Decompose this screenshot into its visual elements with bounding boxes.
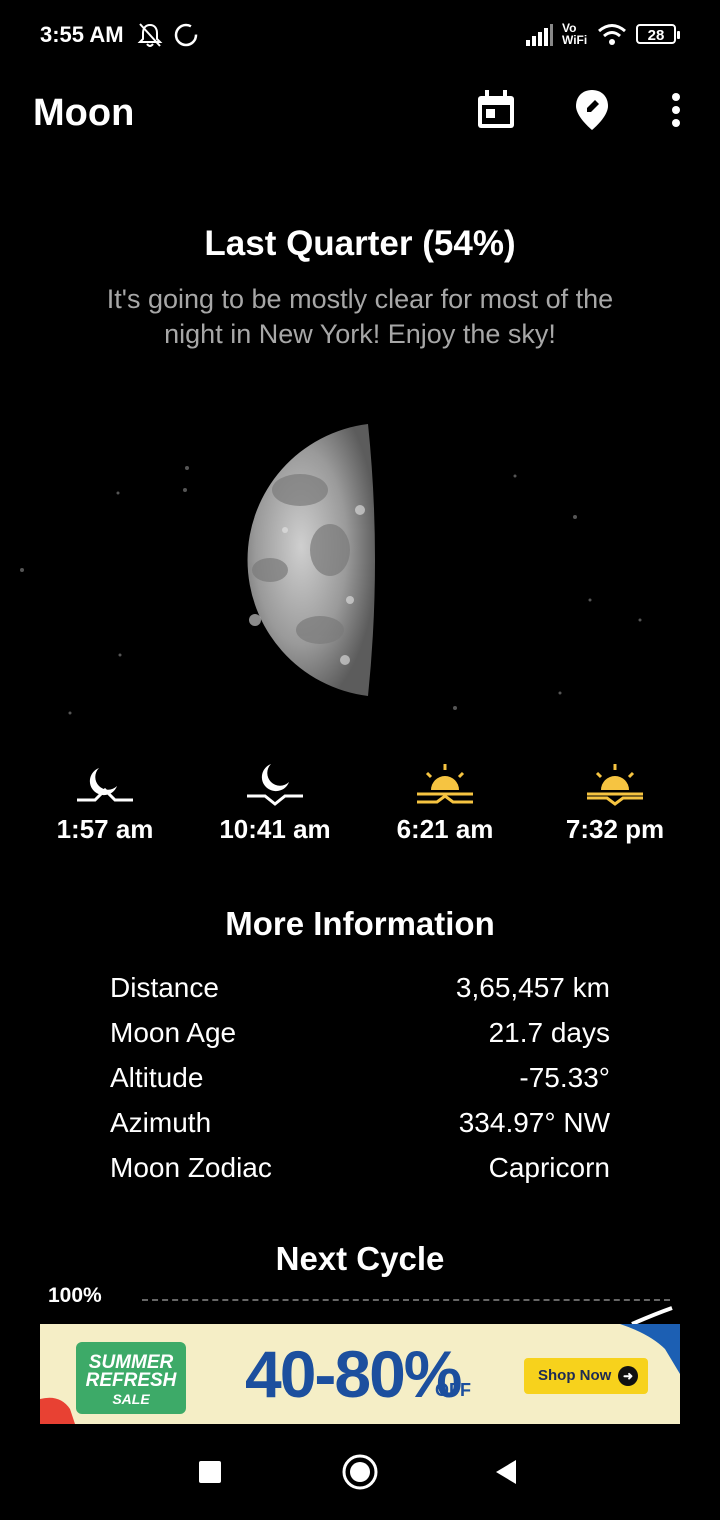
app-title: Moon bbox=[33, 92, 135, 134]
moonrise-value: 1:57 am bbox=[56, 814, 154, 844]
cycle-axis-label: 100% bbox=[48, 1284, 102, 1307]
arrow-right-icon: ➜ bbox=[618, 1366, 638, 1386]
vowifi-label: Vo WiFi bbox=[562, 21, 588, 47]
moonset-value: 10:41 am bbox=[219, 814, 331, 844]
info-row-zodiac: Moon Zodiac Capricorn bbox=[110, 1152, 610, 1197]
sync-icon bbox=[174, 23, 198, 47]
moonset-time: 10:41 am bbox=[190, 760, 360, 845]
info-value: 21.7 days bbox=[488, 1017, 610, 1048]
cycle-curve bbox=[631, 1306, 673, 1326]
ad-headline: 40-80% bbox=[245, 1337, 462, 1411]
status-bar: 3:55 AM Vo WiFi 28 bbox=[0, 0, 720, 70]
cycle-gridline bbox=[142, 1299, 670, 1301]
info-label: Moon Zodiac bbox=[110, 1152, 272, 1183]
info-row-distance: Distance 3,65,457 km bbox=[110, 972, 610, 1017]
more-vert-icon[interactable] bbox=[654, 88, 698, 132]
battery-indicator: 28 bbox=[636, 24, 680, 44]
info-row-azimuth: Azimuth 334.97° NW bbox=[110, 1107, 610, 1152]
bell-off-icon bbox=[137, 23, 163, 47]
recents-button[interactable] bbox=[198, 1452, 222, 1492]
phase-title: Last Quarter (54%) bbox=[204, 224, 516, 263]
info-row-moon-age: Moon Age 21.7 days bbox=[110, 1017, 610, 1062]
info-label: Distance bbox=[110, 972, 219, 1003]
next-cycle-title: Next Cycle bbox=[275, 1240, 445, 1277]
back-button[interactable] bbox=[492, 1452, 522, 1492]
ad-shop-now-button[interactable]: Shop Now ➜ bbox=[524, 1358, 648, 1394]
home-button[interactable] bbox=[340, 1452, 380, 1492]
sunset-time: 7:32 pm bbox=[530, 760, 700, 845]
sunrise-time: 6:21 am bbox=[360, 760, 530, 845]
moon-image bbox=[20, 424, 642, 715]
sunrise-icon bbox=[417, 764, 473, 804]
sunset-icon bbox=[587, 764, 643, 806]
more-info-title: More Information bbox=[225, 905, 495, 942]
info-label: Altitude bbox=[110, 1062, 204, 1093]
ad-badge: SUMMER REFRESH SALE bbox=[76, 1342, 186, 1414]
calendar-icon[interactable] bbox=[474, 88, 518, 132]
info-row-altitude: Altitude -75.33° bbox=[110, 1062, 610, 1107]
ad-off: OFF bbox=[435, 1380, 471, 1400]
location-edit-icon[interactable] bbox=[570, 88, 614, 132]
phase-description: It's going to be mostly clear for most o… bbox=[106, 284, 614, 349]
info-label: Moon Age bbox=[110, 1017, 237, 1048]
status-time: 3:55 AM bbox=[40, 22, 124, 47]
info-value: Capricorn bbox=[488, 1152, 610, 1183]
sunrise-value: 6:21 am bbox=[396, 814, 494, 844]
sunset-value: 7:32 pm bbox=[565, 814, 665, 844]
info-label: Azimuth bbox=[110, 1107, 212, 1138]
wifi-icon bbox=[598, 24, 626, 45]
moonrise-time: 1:57 am bbox=[20, 760, 190, 845]
info-value: -75.33° bbox=[519, 1062, 610, 1093]
signal-icon bbox=[526, 24, 553, 46]
info-value: 334.97° NW bbox=[458, 1107, 610, 1138]
moonset-icon bbox=[247, 764, 303, 806]
ad-banner[interactable]: SUMMER REFRESH SALE 40-80% OFF Shop Now … bbox=[40, 1324, 680, 1424]
info-value: 3,65,457 km bbox=[455, 972, 610, 1003]
moonrise-icon bbox=[77, 768, 133, 802]
